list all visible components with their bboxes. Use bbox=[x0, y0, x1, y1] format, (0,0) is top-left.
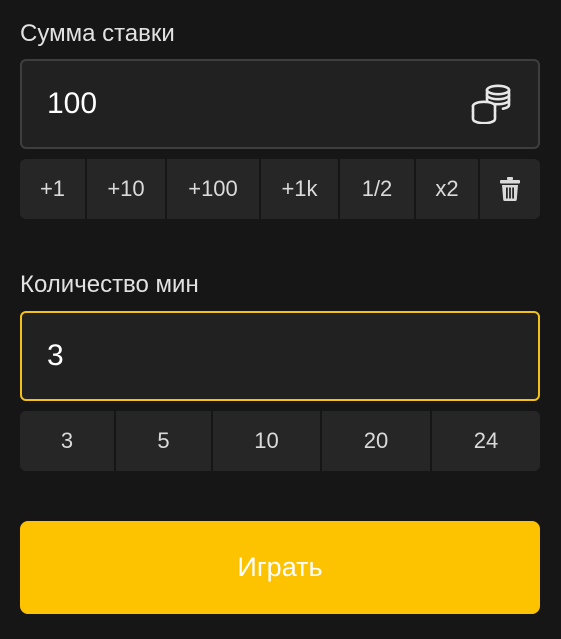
mines-10-button[interactable]: 10 bbox=[213, 411, 322, 471]
coins-icon bbox=[471, 84, 511, 124]
mines-3-button[interactable]: 3 bbox=[20, 411, 116, 471]
bet-plus-1k-button[interactable]: +1k bbox=[261, 159, 340, 219]
mines-count-label: Количество мин bbox=[20, 271, 199, 298]
mines-20-button[interactable]: 20 bbox=[322, 411, 432, 471]
bet-plus-10-button[interactable]: +10 bbox=[87, 159, 167, 219]
mines-count-field[interactable] bbox=[20, 311, 540, 401]
bet-amount-input[interactable] bbox=[22, 61, 447, 147]
mines-24-button[interactable]: 24 bbox=[432, 411, 540, 471]
mines-quick-buttons: 3 5 10 20 24 bbox=[20, 411, 540, 471]
play-button[interactable]: Играть bbox=[20, 521, 540, 614]
mines-count-input[interactable] bbox=[22, 313, 447, 399]
mines-5-button[interactable]: 5 bbox=[116, 411, 213, 471]
bet-quick-buttons: +1 +10 +100 +1k 1/2 x2 bbox=[20, 159, 540, 219]
bet-plus-100-button[interactable]: +100 bbox=[167, 159, 261, 219]
bet-double-button[interactable]: x2 bbox=[416, 159, 480, 219]
bet-plus-1-button[interactable]: +1 bbox=[20, 159, 87, 219]
bet-amount-field[interactable] bbox=[20, 59, 540, 149]
bet-half-button[interactable]: 1/2 bbox=[340, 159, 416, 219]
bet-clear-button[interactable] bbox=[480, 159, 540, 219]
bet-amount-label: Сумма ставки bbox=[20, 20, 175, 47]
trash-icon bbox=[500, 177, 520, 201]
